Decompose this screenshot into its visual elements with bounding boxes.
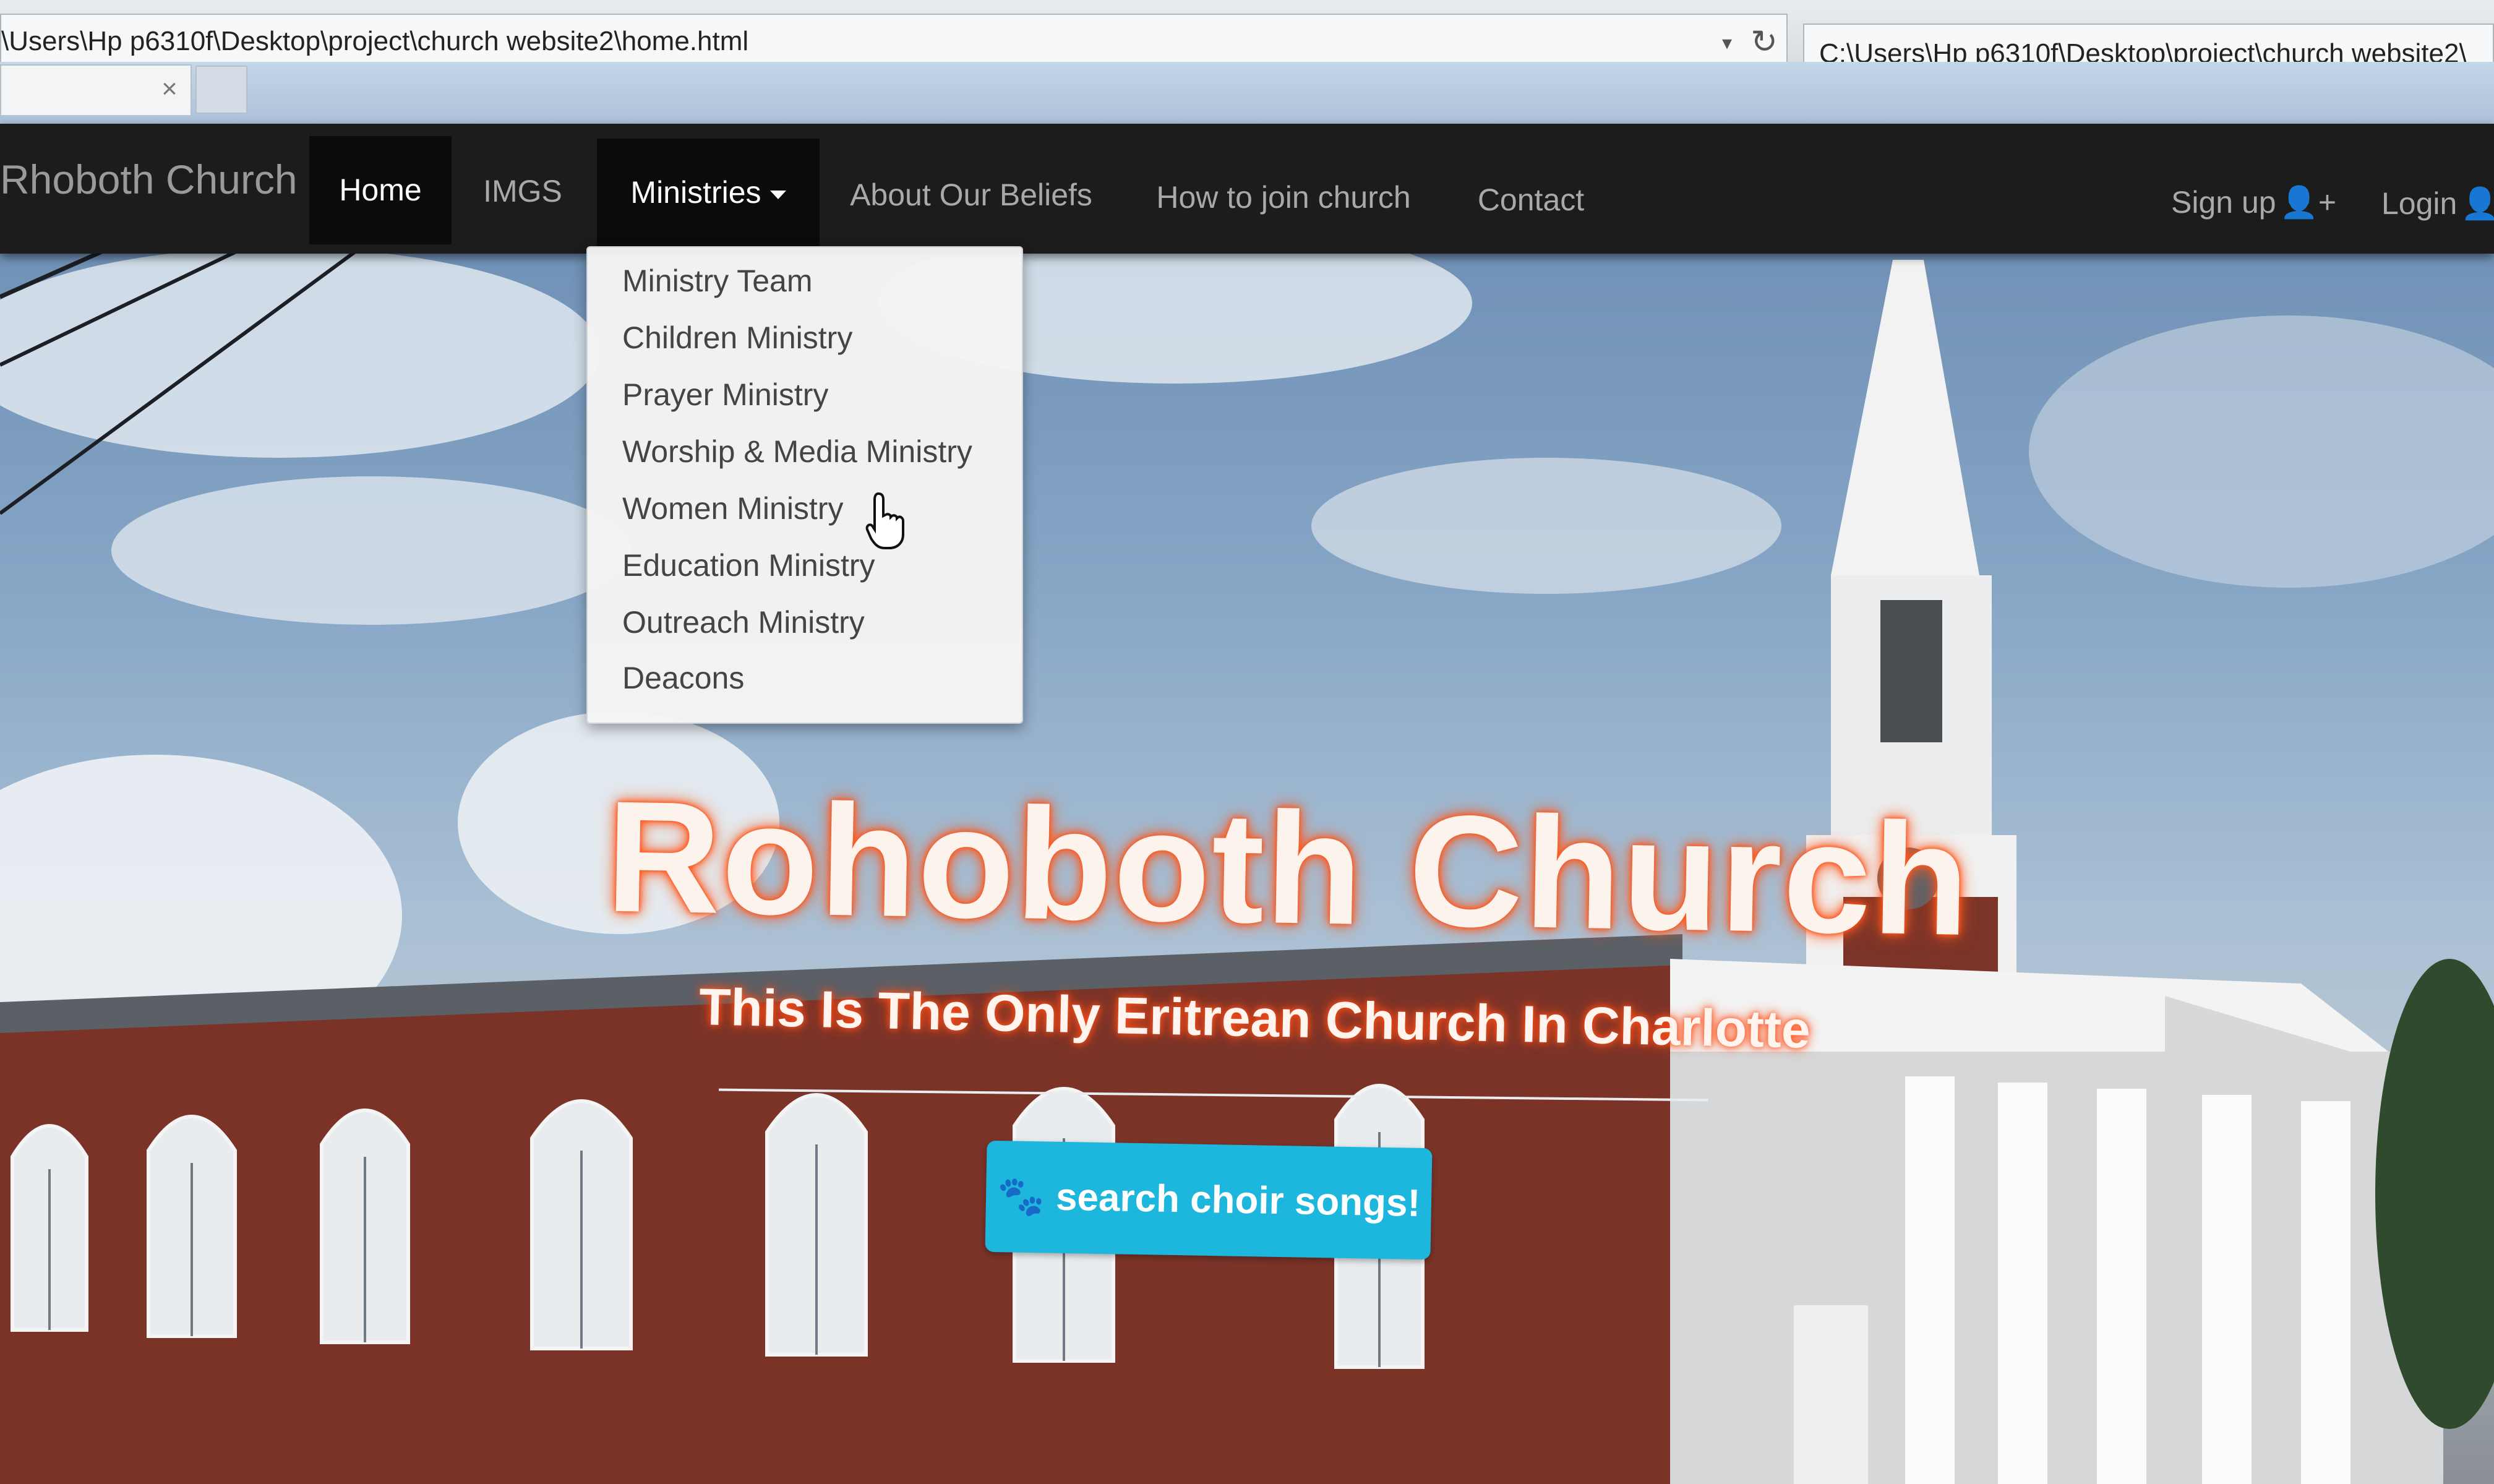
- nav-ministries[interactable]: Ministries: [597, 139, 820, 247]
- caret-down-icon: [769, 190, 786, 199]
- hand-pointer-icon: [865, 492, 904, 549]
- tab-strip: [0, 62, 2494, 130]
- hero-title: Rohoboth Church: [604, 768, 1972, 969]
- menu-item-women-ministry[interactable]: Women Ministry: [622, 484, 843, 533]
- ministries-dropdown: Ministry Team Children Ministry Prayer M…: [586, 246, 1023, 724]
- menu-item-deacons[interactable]: Deacons: [622, 653, 744, 703]
- paw-icon: 🐾: [996, 1175, 1045, 1219]
- close-icon[interactable]: ×: [155, 74, 184, 104]
- menu-item-education-ministry[interactable]: Education Ministry: [622, 541, 875, 590]
- signup-link[interactable]: Sign up 👤+: [2171, 148, 2336, 257]
- site-brand[interactable]: Rhoboth Church: [0, 148, 298, 210]
- login-label: Login: [2381, 186, 2458, 221]
- chevron-down-icon[interactable]: ▾: [1715, 27, 1739, 58]
- nav-about-beliefs-label: About Our Beliefs: [850, 178, 1092, 212]
- search-choir-songs-label: search choir songs!: [1055, 1175, 1421, 1225]
- nav-contact[interactable]: Contact: [1460, 146, 1602, 254]
- address-bar-text: \Users\Hp p6310f\Desktop\project\church …: [1, 26, 749, 56]
- nav-ministries-label: Ministries: [630, 175, 761, 210]
- refresh-icon[interactable]: ↻: [1746, 22, 1783, 62]
- nav-how-to-join-label: How to join church: [1156, 180, 1411, 215]
- nav-how-to-join[interactable]: How to join church: [1138, 144, 1429, 252]
- nav-imgs[interactable]: IMGS: [455, 137, 591, 246]
- nav-imgs-label: IMGS: [483, 174, 562, 208]
- menu-item-ministry-team[interactable]: Ministry Team: [622, 256, 812, 306]
- browser-tab[interactable]: ×: [0, 64, 192, 115]
- signup-label: Sign up: [2171, 185, 2276, 220]
- nav-contact-label: Contact: [1477, 182, 1585, 217]
- search-choir-songs-button[interactable]: 🐾 search choir songs!: [985, 1140, 1433, 1260]
- new-tab-button[interactable]: [195, 66, 247, 114]
- menu-item-worship-media-ministry[interactable]: Worship & Media Ministry: [622, 427, 972, 476]
- nav-home[interactable]: Home: [309, 136, 452, 244]
- user-icon: 👤: [2461, 186, 2494, 221]
- site-navbar: Rhoboth Church Home IMGS Ministries Abou…: [0, 124, 2494, 254]
- screen: \Users\Hp p6310f\Desktop\project\church …: [0, 0, 2494, 1484]
- user-plus-icon: 👤+: [2279, 185, 2337, 220]
- menu-item-outreach-ministry[interactable]: Outreach Ministry: [622, 598, 865, 647]
- nav-home-label: Home: [339, 173, 422, 207]
- nav-about-beliefs[interactable]: About Our Beliefs: [841, 141, 1101, 249]
- login-link[interactable]: Login 👤: [2381, 150, 2494, 258]
- menu-item-children-ministry[interactable]: Children Ministry: [622, 313, 852, 362]
- menu-item-prayer-ministry[interactable]: Prayer Ministry: [622, 370, 828, 419]
